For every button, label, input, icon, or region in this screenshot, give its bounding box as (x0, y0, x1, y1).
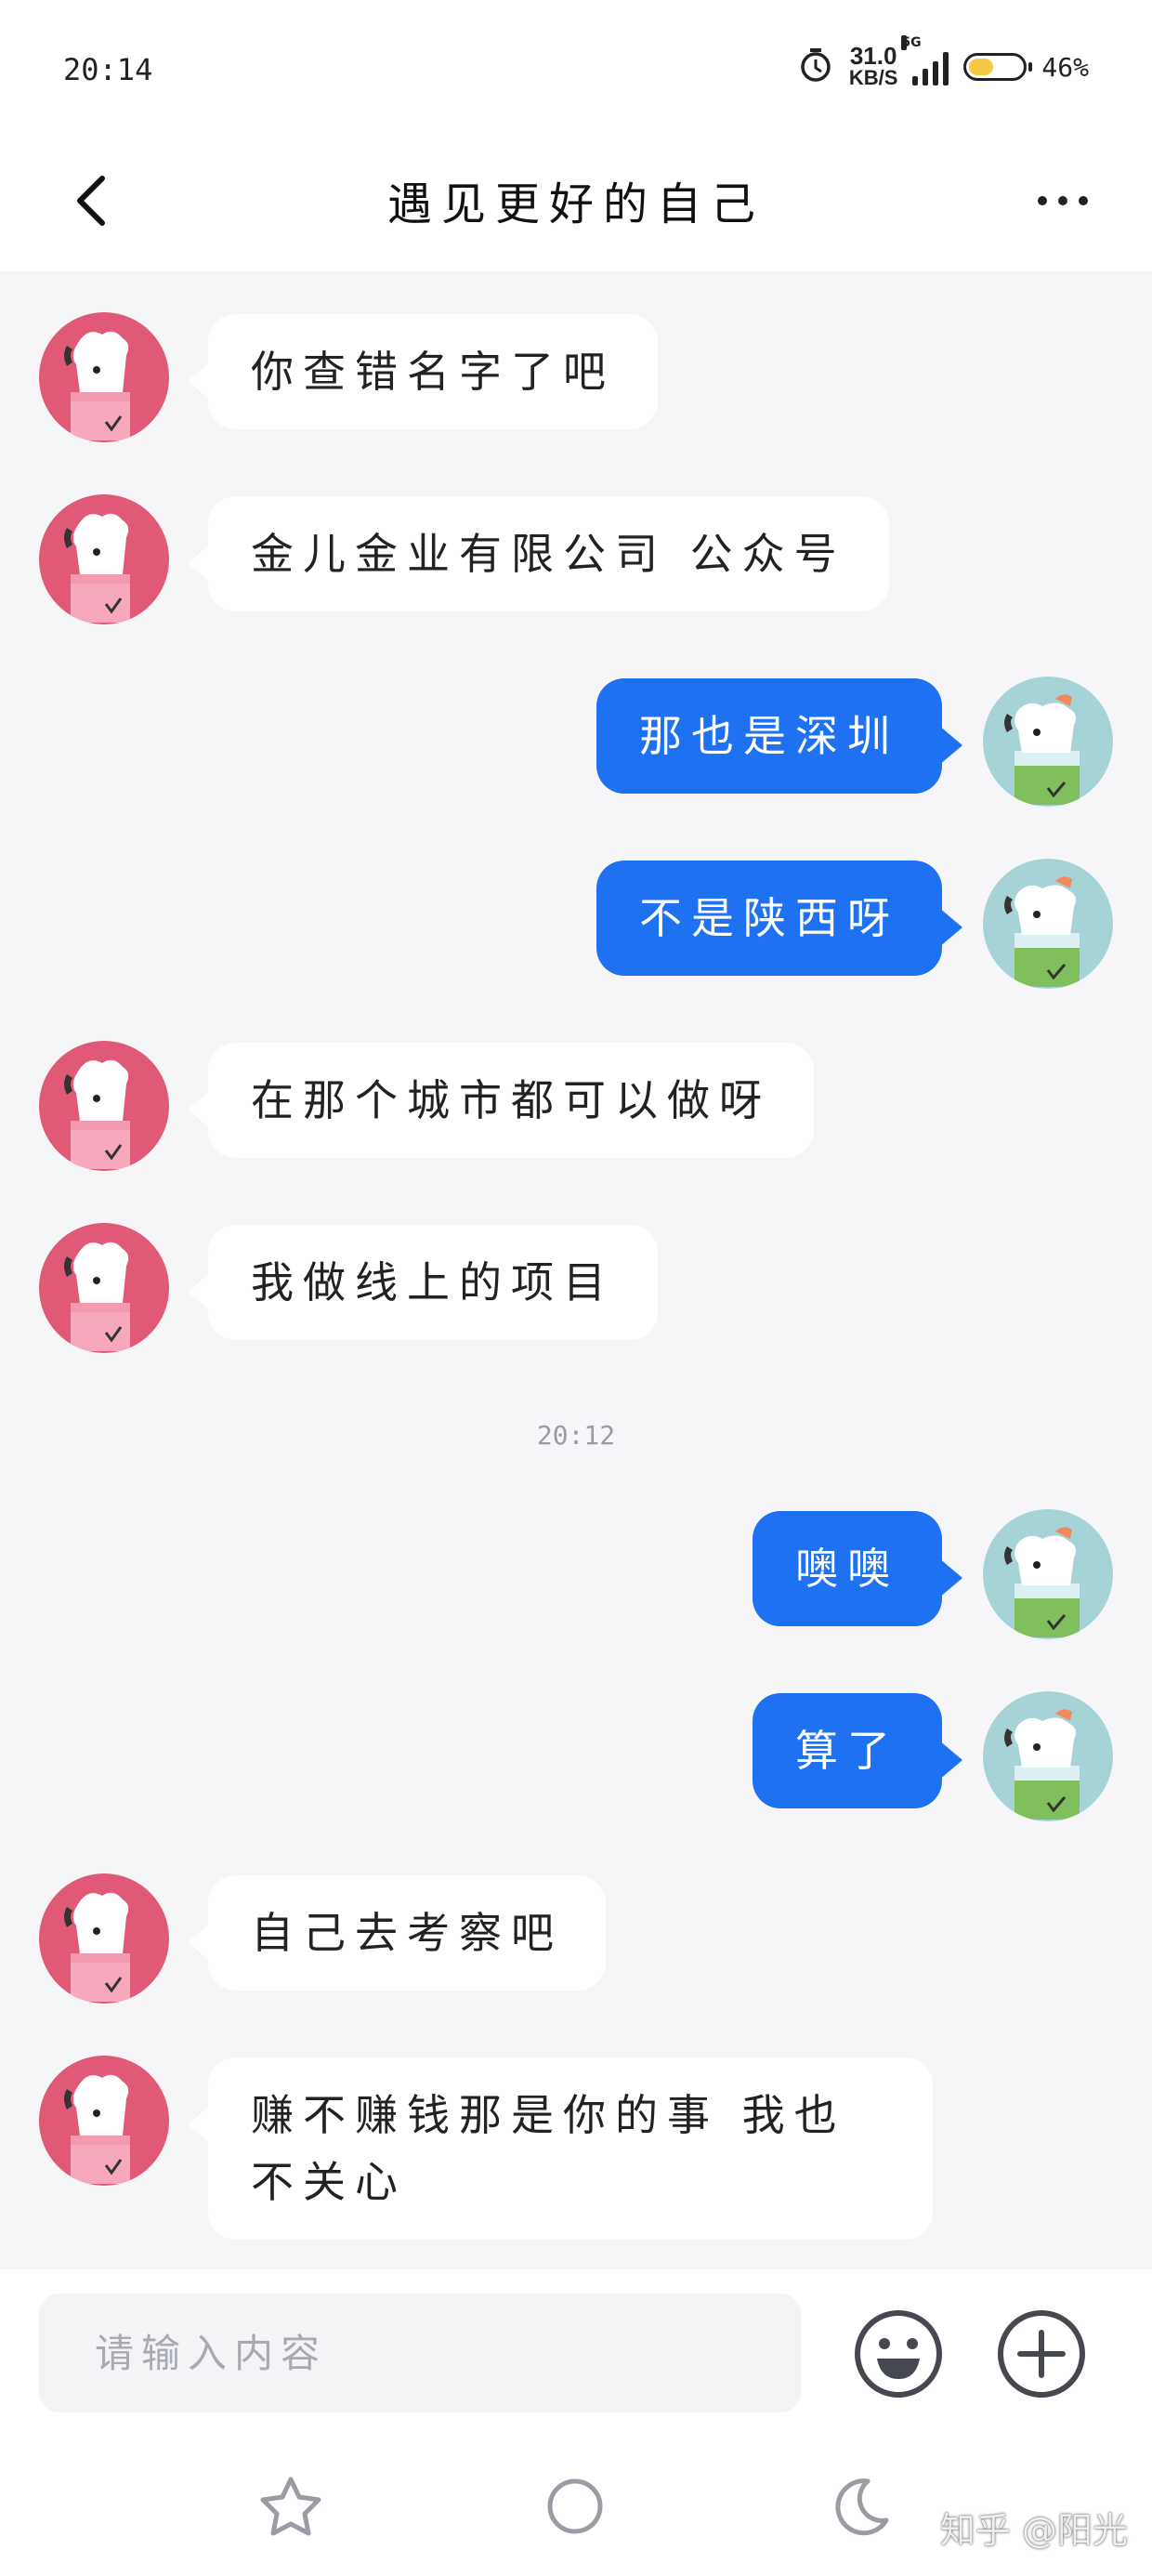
battery-icon (963, 53, 1033, 81)
battery-fill (969, 59, 994, 75)
contact-avatar[interactable] (39, 1873, 169, 2004)
self-avatar[interactable] (983, 1691, 1113, 1821)
plus-icon (998, 2310, 1085, 2398)
time-divider: 20:12 (536, 1420, 616, 1451)
message-bubble[interactable]: 那也是深圳 (596, 678, 962, 794)
night-mode-nav-button[interactable] (827, 2474, 892, 2539)
system-navigation-bar: 知乎 @阳光 (0, 2437, 1152, 2576)
signal-icon: 5G (901, 35, 949, 85)
more-dots-icon (1038, 196, 1088, 205)
self-avatar[interactable] (983, 677, 1113, 807)
message-bubble[interactable]: 金儿金业有限公司 公众号 (188, 496, 889, 611)
home-nav-button[interactable] (543, 2474, 608, 2539)
contact-avatar[interactable] (39, 494, 169, 624)
moon-icon (835, 2478, 889, 2536)
status-right: 31.0 KB/S 5G 46% (797, 35, 1089, 93)
network-type: 5G (901, 35, 922, 50)
self-avatar[interactable] (983, 1509, 1113, 1639)
circle-home-icon (547, 2478, 603, 2534)
message-bubble[interactable]: 你查错名字了吧 (188, 314, 658, 429)
alarm-icon (797, 46, 834, 87)
net-speed: 31.0 KB/S (848, 42, 898, 89)
battery-percent: 46% (1041, 51, 1089, 83)
self-avatar[interactable] (983, 859, 1113, 989)
message-bubble[interactable]: 算了 (753, 1693, 962, 1808)
watermark: 知乎 @阳光 (939, 2510, 1128, 2551)
contact-avatar[interactable] (39, 2056, 169, 2186)
favorite-nav-button[interactable] (258, 2474, 323, 2539)
contact-avatar[interactable] (39, 1041, 169, 1171)
message-bubble[interactable]: 我做线上的项目 (188, 1225, 658, 1340)
chat-header: 遇见更好的自己 (0, 130, 1152, 271)
add-attachment-button[interactable] (996, 2308, 1087, 2399)
message-input[interactable] (39, 2293, 801, 2412)
net-speed-unit: KB/S (848, 66, 898, 89)
message-bubble[interactable]: 赚不赚钱那是你的事 我也不关心 (188, 2057, 933, 2240)
emoji-button[interactable] (853, 2308, 944, 2399)
input-bar (0, 2269, 1152, 2437)
status-bar: 20:14 31.0 KB/S 5G 46% (0, 0, 1152, 130)
net-speed-value: 31.0 (849, 42, 897, 70)
more-button[interactable] (1029, 167, 1096, 234)
message-bubble[interactable]: 噢噢 (753, 1511, 962, 1626)
message-bubble[interactable]: 自己去考察吧 (188, 1875, 606, 1991)
page-title: 遇见更好的自己 (386, 178, 765, 230)
status-time: 20:14 (63, 52, 153, 87)
contact-avatar[interactable] (39, 312, 169, 442)
smiley-icon (855, 2310, 942, 2398)
contact-avatar[interactable] (39, 1223, 169, 1353)
message-bubble[interactable]: 不是陕西呀 (596, 861, 962, 976)
message-bubble[interactable]: 在那个城市都可以做呀 (188, 1043, 814, 1158)
chat-messages[interactable]: 你查错名字了吧 金儿金业有限公司 公众号 那也是深圳 不是陕西呀 在那个城市都可… (0, 271, 1152, 2269)
star-icon (260, 2477, 321, 2536)
